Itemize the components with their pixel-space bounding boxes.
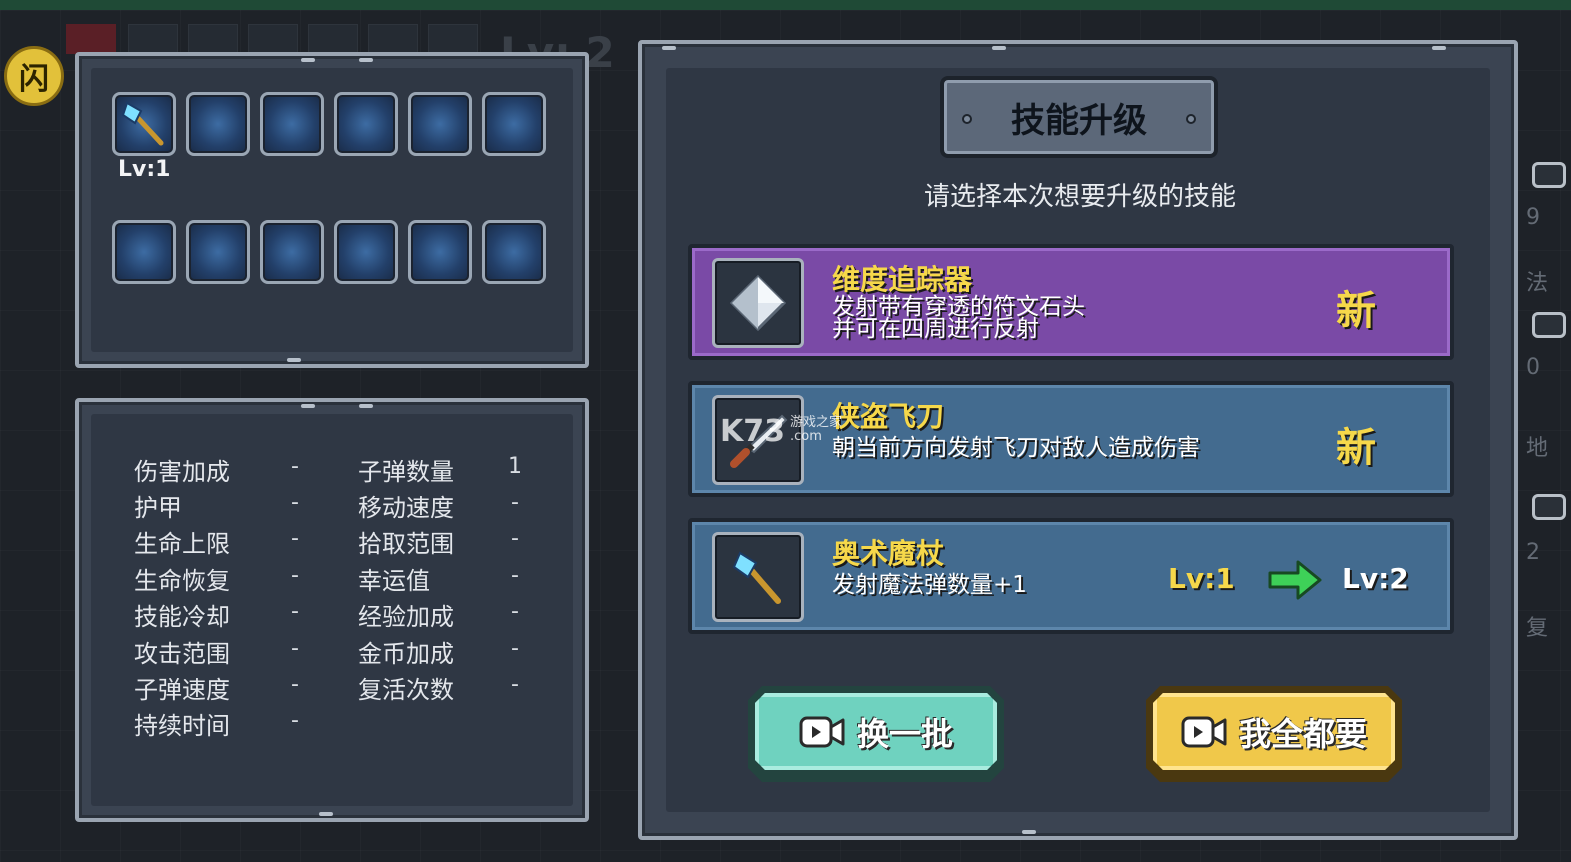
header-dot — [962, 114, 972, 124]
skill-slot-empty[interactable] — [482, 220, 546, 284]
right-edge-text: 0 — [1526, 355, 1540, 380]
stat-value: - — [511, 563, 519, 588]
skill-slot-empty[interactable] — [482, 92, 546, 156]
hud-background-slot — [248, 24, 298, 54]
stat-label: 生命上限 — [134, 530, 230, 558]
hud-background-slot — [188, 24, 238, 54]
watermark-text: 游戏之家 .com — [790, 416, 842, 444]
upgrade-header: 技能升级 — [940, 76, 1218, 158]
pause-button[interactable]: 闪 — [4, 46, 64, 106]
slot-level-label: Lv:1 — [118, 157, 171, 182]
watermark-line: 游戏之家 — [790, 415, 843, 430]
hud-background-slot — [368, 24, 418, 54]
stat-value: 1 — [508, 454, 522, 479]
stat-label: 金币加成 — [358, 640, 454, 668]
arcane-staff-icon — [712, 532, 804, 622]
stat-label: 复活次数 — [358, 676, 454, 704]
hud-background-slot — [66, 24, 116, 54]
watermark-line: .com — [790, 429, 822, 444]
new-badge: 新 — [1336, 425, 1376, 471]
skill-slot-empty[interactable] — [112, 220, 176, 284]
next-level: Lv:2 — [1342, 562, 1409, 595]
stat-value: - — [511, 672, 519, 697]
skill-slot-empty[interactable] — [334, 92, 398, 156]
new-badge: 新 — [1336, 288, 1376, 334]
skill-slot-empty[interactable] — [260, 92, 324, 156]
right-edge-hud: 0 地 — [1520, 300, 1571, 470]
hud-background-slot — [308, 24, 358, 54]
skill-name: 维度追踪器 — [832, 263, 973, 296]
stat-value: - — [511, 526, 519, 551]
skill-slot-empty[interactable] — [260, 220, 324, 284]
stat-label: 移动速度 — [358, 494, 454, 522]
current-level: Lv:1 — [1168, 562, 1235, 595]
take-all-button-label: 我全都要 — [1238, 715, 1367, 753]
stat-label: 拾取范围 — [358, 530, 454, 558]
right-edge-hud: 9 法 — [1520, 150, 1571, 300]
stat-value: - — [511, 599, 519, 624]
skill-slot-empty[interactable] — [186, 92, 250, 156]
stat-label: 子弹速度 — [134, 676, 230, 704]
refresh-button-label: 换一批 — [856, 715, 953, 753]
rune-stone-icon — [712, 258, 804, 348]
skill-option-card[interactable]: 奥术魔杖 发射魔法弹数量+1 Lv:1 Lv:2 — [688, 518, 1454, 634]
stat-label: 攻击范围 — [134, 640, 230, 668]
skill-description: 发射魔法弹数量+1 — [832, 572, 1027, 598]
video-icon[interactable] — [1532, 162, 1566, 188]
right-edge-text: 地 — [1526, 436, 1549, 461]
skill-description-line: 发射带有穿透的符文石头 — [832, 294, 1085, 320]
right-edge-hud: 2 复 — [1520, 490, 1571, 650]
stat-value: - — [291, 526, 299, 551]
skill-description: 朝当前方向发射飞刀对敌人造成伤害 — [832, 435, 1200, 461]
hud-background-slot — [428, 24, 478, 54]
stat-value: - — [291, 708, 299, 733]
stat-label: 子弹数量 — [358, 458, 454, 486]
stat-value: - — [291, 636, 299, 661]
take-all-button[interactable]: 我全都要 — [1146, 686, 1402, 782]
hud-background-slot — [128, 24, 178, 54]
right-edge-text: 复 — [1526, 616, 1549, 641]
skill-slot-empty[interactable] — [408, 220, 472, 284]
video-camera-icon — [1181, 715, 1227, 749]
skill-option-card[interactable]: 维度追踪器 发射带有穿透的符文石头 并可在四周进行反射 新 — [688, 244, 1454, 360]
skill-name: 侠盗飞刀 — [832, 400, 945, 433]
stat-label: 持续时间 — [134, 712, 230, 740]
stat-value: - — [291, 599, 299, 624]
stat-value: - — [291, 563, 299, 588]
right-edge-text: 2 — [1526, 540, 1540, 565]
skill-slot-empty[interactable] — [186, 220, 250, 284]
refresh-options-button[interactable]: 换一批 — [748, 686, 1004, 782]
video-icon[interactable] — [1532, 312, 1566, 338]
upgrade-title: 技能升级 — [1011, 100, 1147, 141]
upgrade-subtitle: 请选择本次想要升级的技能 — [923, 182, 1236, 212]
skill-slot-empty[interactable] — [334, 220, 398, 284]
watermark-logo: K73 — [720, 414, 785, 449]
stat-label: 生命恢复 — [134, 567, 230, 595]
stat-label: 幸运值 — [358, 567, 430, 595]
skill-slot-filled[interactable] — [112, 92, 176, 156]
header-dot — [1186, 114, 1196, 124]
stat-label: 经验加成 — [358, 603, 454, 631]
skill-description: 发射带有穿透的符文石头 并可在四周进行反射 — [832, 294, 1085, 342]
stat-value: - — [291, 672, 299, 697]
video-camera-icon — [799, 715, 845, 749]
skill-slot-empty[interactable] — [408, 92, 472, 156]
skill-name: 奥术魔杖 — [832, 537, 945, 570]
stat-value: - — [291, 490, 299, 515]
right-edge-text: 9 — [1526, 205, 1540, 230]
skill-description-line: 并可在四周进行反射 — [832, 316, 1039, 342]
arcane-staff-icon — [121, 101, 164, 146]
stat-label: 护甲 — [134, 494, 182, 522]
top-status-bar — [0, 0, 1571, 10]
stat-value: - — [511, 636, 519, 661]
stat-value: - — [511, 490, 519, 515]
stat-label: 技能冷却 — [134, 603, 230, 631]
right-edge-text: 法 — [1526, 271, 1549, 296]
stat-value: - — [291, 454, 299, 479]
video-icon[interactable] — [1532, 494, 1566, 520]
stat-label: 伤害加成 — [134, 458, 230, 486]
arrow-right-icon — [1268, 560, 1322, 600]
